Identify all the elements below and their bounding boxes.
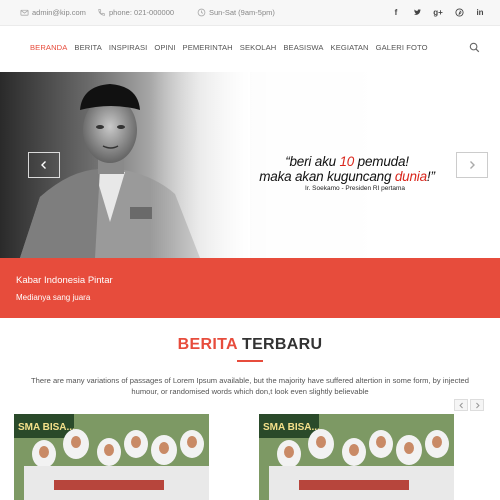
email-text: admin@kip.com xyxy=(32,8,86,17)
site-tagline-banner: Kabar Indonesia Pintar Medianya sang jua… xyxy=(0,258,500,318)
section-description: There are many variations of passages of… xyxy=(31,376,469,396)
quote-highlight: dunia xyxy=(394,169,427,184)
nav-item-beranda[interactable]: BERANDA xyxy=(30,43,67,52)
main-navigation: BERANDA BERITA INSPIRASI OPINI PEMERINTA… xyxy=(0,26,500,72)
google-plus-icon[interactable]: g+ xyxy=(432,6,444,18)
news-thumbnail-1[interactable]: SMA BISA... xyxy=(14,414,209,500)
chevron-right-icon xyxy=(470,161,475,169)
hero-slider: “beri aku 10 pemuda! maka akan kuguncang… xyxy=(0,72,500,258)
banner-title: Kabar Indonesia Pintar xyxy=(16,275,113,286)
quote-mid: pemuda! xyxy=(354,154,409,169)
chevron-left-icon xyxy=(41,161,46,169)
banner-subtitle: Medianya sang juara xyxy=(16,293,91,302)
quote-author: Ir. Soekamo - Presiden RI pertama xyxy=(304,185,406,192)
quote-line2-suffix: !” xyxy=(426,169,435,184)
section-title-highlight: BERITA xyxy=(177,336,238,353)
nav-item-galeri-foto[interactable]: GALERI FOTO xyxy=(376,43,428,52)
top-bar: admin@kip.com phone: 021-000000 Sun-Sat … xyxy=(0,0,500,26)
section-title-rest: TERBARU xyxy=(237,336,323,353)
news-photo: SMA BISA... xyxy=(14,414,209,500)
section-title: BERITA TERBARU xyxy=(0,336,500,354)
twitter-icon[interactable] xyxy=(411,6,423,18)
chevron-right-icon xyxy=(475,402,480,408)
nav-item-sekolah[interactable]: SEKOLAH xyxy=(240,43,277,52)
hours-info: Sun-Sat (9am-5pm) xyxy=(197,8,275,17)
nav-item-inspirasi[interactable]: INSPIRASI xyxy=(109,43,147,52)
quote-number: 10 xyxy=(339,154,355,169)
hours-text: Sun-Sat (9am-5pm) xyxy=(209,8,275,17)
slider-prev-button[interactable] xyxy=(28,152,60,178)
news-photo: SMA BISA... xyxy=(259,414,454,500)
nav-menu: BERANDA BERITA INSPIRASI OPINI PEMERINTA… xyxy=(30,43,428,52)
photo-caption: SMA BISA... xyxy=(18,422,75,433)
envelope-icon xyxy=(20,9,29,16)
nav-item-pemerintah[interactable]: PEMERINTAH xyxy=(183,43,233,52)
email-info[interactable]: admin@kip.com xyxy=(20,8,86,17)
social-links: f g+ in xyxy=(390,6,486,18)
nav-item-berita[interactable]: BERITA xyxy=(74,43,101,52)
slider-next-button[interactable] xyxy=(456,152,488,178)
nav-item-kegiatan[interactable]: KEGIATAN xyxy=(331,43,369,52)
hero-quote: “beri aku 10 pemuda! maka akan kuguncang… xyxy=(242,154,452,184)
nav-item-beasiswa[interactable]: BEASISWA xyxy=(283,43,323,52)
phone-icon xyxy=(98,8,106,16)
search-icon[interactable] xyxy=(469,42,480,53)
section-divider xyxy=(237,360,263,362)
facebook-icon[interactable]: f xyxy=(390,6,402,18)
phone-text: phone: 021-000000 xyxy=(109,8,175,17)
photo-caption: SMA BISA... xyxy=(263,422,320,433)
nav-item-opini[interactable]: OPINI xyxy=(154,43,175,52)
carousel-prev-button[interactable] xyxy=(454,399,468,411)
linkedin-icon[interactable]: in xyxy=(474,6,486,18)
quote-prefix: “beri aku xyxy=(285,154,340,169)
phone-info: phone: 021-000000 xyxy=(97,8,174,17)
chevron-left-icon xyxy=(458,402,463,408)
pinterest-icon[interactable] xyxy=(453,6,465,18)
carousel-next-button[interactable] xyxy=(470,399,484,411)
news-thumbnail-2[interactable]: SMA BISA... xyxy=(259,414,454,500)
clock-icon xyxy=(197,8,206,17)
quote-line2-prefix: maka akan kuguncang xyxy=(259,169,395,184)
